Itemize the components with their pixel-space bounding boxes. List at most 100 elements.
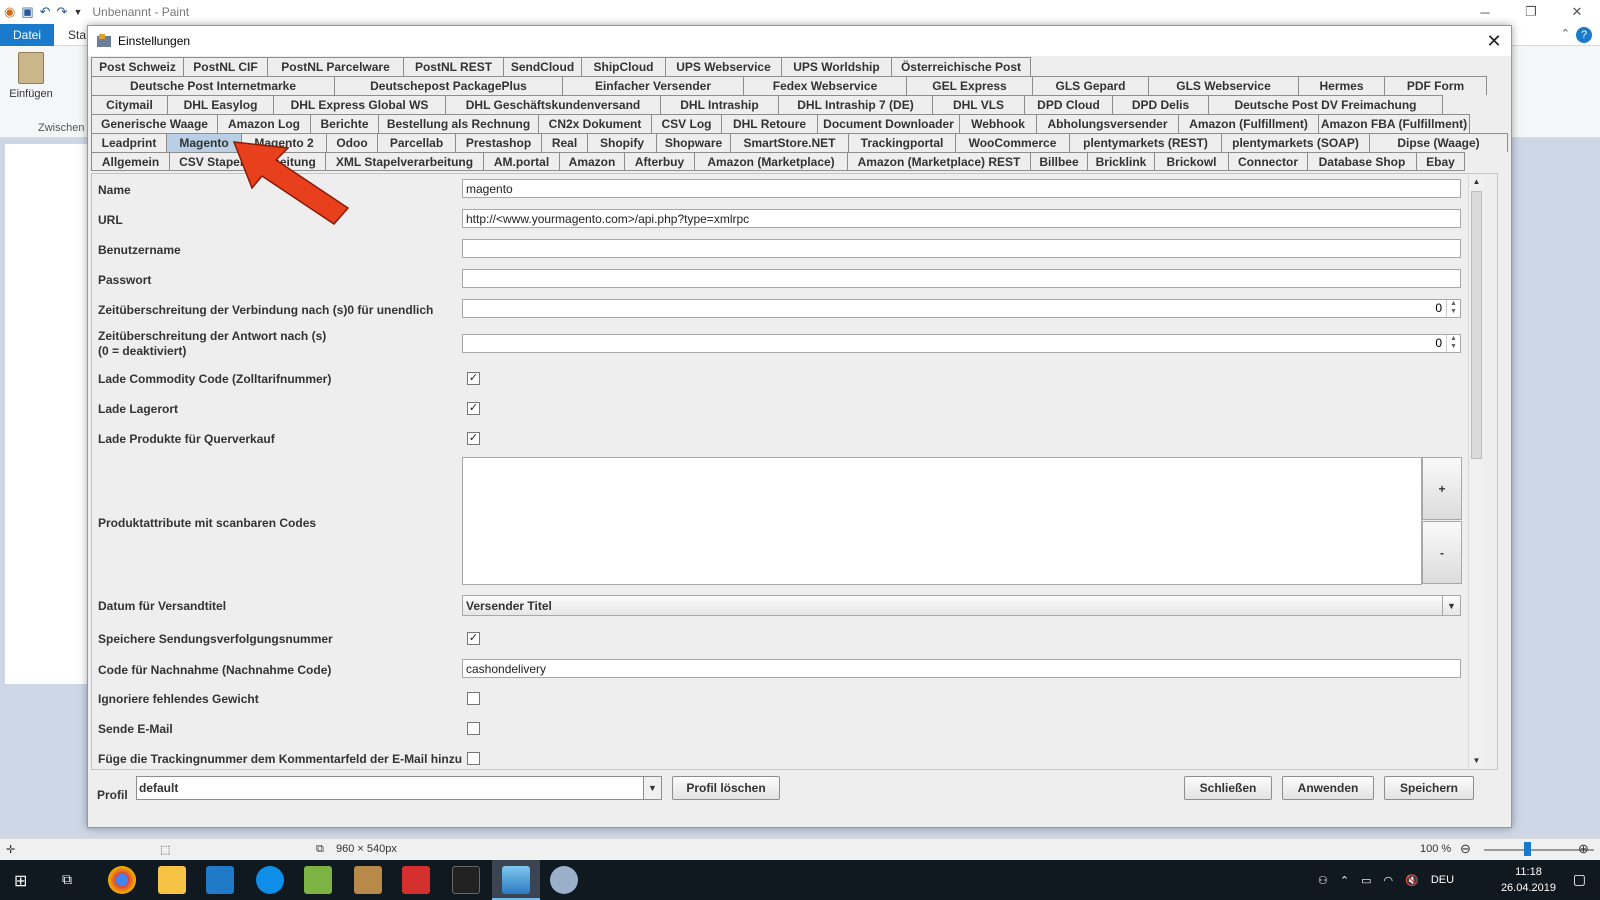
tab-deutsche-post-dv-freimachung[interactable]: Deutsche Post DV Freimachung [1208, 95, 1443, 114]
tab-citymail[interactable]: Citymail [91, 95, 167, 114]
product-attributes-list[interactable] [462, 457, 1422, 585]
tab-dhl-express-global-ws[interactable]: DHL Express Global WS [273, 95, 445, 114]
tab-trackingportal[interactable]: Trackingportal [848, 133, 955, 152]
profile-select[interactable]: default ▼ [136, 776, 662, 800]
vertical-scrollbar[interactable]: ▲ ▼ [1468, 175, 1484, 768]
url-input[interactable] [462, 209, 1461, 228]
tab-dhl-intraship[interactable]: DHL Intraship [660, 95, 778, 114]
password-input[interactable] [462, 269, 1461, 288]
tab-connector[interactable]: Connector [1228, 152, 1307, 171]
tab-postnl-parcelware[interactable]: PostNL Parcelware [267, 57, 403, 76]
tab-magento-2[interactable]: Magento 2 [241, 133, 326, 152]
remove-attribute-button[interactable]: - [1422, 521, 1462, 584]
save-tracking-checkbox[interactable]: ✓ [467, 632, 480, 645]
teamviewer-icon[interactable] [256, 866, 284, 894]
tab-cn2x-dokument[interactable]: CN2x Dokument [538, 114, 651, 133]
tab-xml-stapelverarbeitung[interactable]: XML Stapelverarbeitung [325, 152, 483, 171]
scroll-up-icon[interactable]: ▲ [1469, 175, 1484, 189]
tab-shopify[interactable]: Shopify [587, 133, 656, 152]
tab-afterbuy[interactable]: Afterbuy [624, 152, 694, 171]
tab-parcellab[interactable]: Parcellab [377, 133, 455, 152]
comment-tracking-checkbox[interactable] [467, 752, 480, 765]
save-button[interactable]: Speichern [1384, 776, 1474, 800]
tab-generische-waage[interactable]: Generische Waage [91, 114, 217, 133]
tab-dpd-delis[interactable]: DPD Delis [1112, 95, 1208, 114]
zoom-slider-thumb[interactable] [1524, 842, 1531, 856]
customize-toolbar-icon[interactable]: ▼ [73, 7, 82, 17]
tab-postnl-rest[interactable]: PostNL REST [403, 57, 503, 76]
commodity-checkbox[interactable]: ✓ [467, 372, 480, 385]
tab-billbee[interactable]: Billbee [1030, 152, 1087, 171]
notepad-icon[interactable] [304, 866, 332, 894]
lagerort-checkbox[interactable]: ✓ [467, 402, 480, 415]
tab-magento[interactable]: Magento [166, 133, 241, 152]
save-icon[interactable]: ▣ [21, 4, 33, 20]
tab-document-downloader[interactable]: Document Downloader [817, 114, 959, 133]
acrobat-icon[interactable] [402, 866, 430, 894]
tab-hermes[interactable]: Hermes [1298, 76, 1384, 95]
tab-oesterreichische-post[interactable]: Österreichische Post [891, 57, 1031, 76]
people-icon[interactable]: ⚇ [1318, 874, 1328, 887]
notification-icon[interactable]: ▢ [1573, 871, 1586, 888]
send-mail-checkbox[interactable] [467, 722, 480, 735]
java-app-icon[interactable] [550, 866, 578, 894]
tab-berichte[interactable]: Berichte [310, 114, 378, 133]
paint-canvas[interactable] [5, 144, 87, 684]
minimize-icon[interactable]: ─ [1462, 0, 1508, 24]
add-attribute-button[interactable]: + [1422, 457, 1462, 520]
tab-start[interactable]: Sta [68, 28, 86, 42]
dialog-close-icon[interactable]: ✕ [1483, 30, 1505, 52]
tab-sendcloud[interactable]: SendCloud [503, 57, 581, 76]
tab-dhl-intraship-7[interactable]: DHL Intraship 7 (DE) [778, 95, 932, 114]
help-icon[interactable]: ? [1576, 27, 1592, 43]
tab-dhl-geschaeftskundenversand[interactable]: DHL Geschäftskundenversand [445, 95, 660, 114]
conn-timeout-spinner[interactable]: 0 ▲ ▼ [462, 299, 1461, 318]
tab-database-shop[interactable]: Database Shop [1307, 152, 1416, 171]
tab-real[interactable]: Real [541, 133, 587, 152]
tab-smartstore-net[interactable]: SmartStore.NET [730, 133, 848, 152]
terminal-icon[interactable] [452, 866, 480, 894]
file-explorer-icon[interactable] [158, 866, 186, 894]
tab-prestashop[interactable]: Prestashop [455, 133, 541, 152]
delete-profile-button[interactable]: Profil löschen [672, 776, 780, 800]
paste-button[interactable]: Einfügen [6, 52, 56, 100]
tab-dipse-waage[interactable]: Dipse (Waage) [1369, 133, 1508, 152]
tab-post-schweiz[interactable]: Post Schweiz [91, 57, 183, 76]
task-view-icon[interactable]: ⧉ [62, 871, 72, 888]
tab-bricklink[interactable]: Bricklink [1087, 152, 1154, 171]
zoom-out-icon[interactable]: ⊖ [1460, 841, 1471, 857]
package-icon[interactable] [354, 866, 382, 894]
apply-button[interactable]: Anwenden [1282, 776, 1374, 800]
tab-abholungsversender[interactable]: Abholungsversender [1036, 114, 1178, 133]
tab-shopware[interactable]: Shopware [656, 133, 730, 152]
tab-gls-gepard[interactable]: GLS Gepard [1032, 76, 1148, 95]
tab-amazon-marketplace[interactable]: Amazon (Marketplace) [694, 152, 847, 171]
input-language[interactable]: DEU [1431, 874, 1454, 886]
tab-shipcloud[interactable]: ShipCloud [581, 57, 665, 76]
cod-input[interactable] [462, 659, 1461, 678]
tab-dpd-cloud[interactable]: DPD Cloud [1024, 95, 1112, 114]
tab-amazon-fulfillment[interactable]: Amazon (Fulfillment) [1178, 114, 1318, 133]
tab-allgemein[interactable]: Allgemein [91, 152, 169, 171]
tab-am-portal[interactable]: AM.portal [483, 152, 559, 171]
show-hidden-icon[interactable]: ⌃ [1340, 874, 1349, 887]
tab-einfacher-versender[interactable]: Einfacher Versender [562, 76, 743, 95]
start-icon[interactable]: ⊞ [14, 871, 27, 891]
tab-bestellung-als-rechnung[interactable]: Bestellung als Rechnung [378, 114, 538, 133]
username-input[interactable] [462, 239, 1461, 258]
tab-brickowl[interactable]: Brickowl [1154, 152, 1228, 171]
tab-amazon[interactable]: Amazon [559, 152, 624, 171]
ignore-weight-checkbox[interactable] [467, 692, 480, 705]
network-icon[interactable]: ◠ [1384, 874, 1394, 887]
tab-dhl-vls[interactable]: DHL VLS [932, 95, 1024, 114]
tab-fedex-webservice[interactable]: Fedex Webservice [743, 76, 906, 95]
name-input[interactable] [462, 179, 1461, 198]
paint-close-icon[interactable]: ✕ [1554, 0, 1600, 24]
tab-ebay[interactable]: Ebay [1416, 152, 1465, 171]
tab-dhl-retoure[interactable]: DHL Retoure [721, 114, 817, 133]
tab-amazon-log[interactable]: Amazon Log [217, 114, 310, 133]
chevron-down-icon[interactable]: ▼ [1442, 596, 1460, 615]
cross-sell-checkbox[interactable]: ✓ [467, 432, 480, 445]
vscode-icon[interactable] [206, 866, 234, 894]
chrome-icon[interactable] [108, 866, 136, 894]
